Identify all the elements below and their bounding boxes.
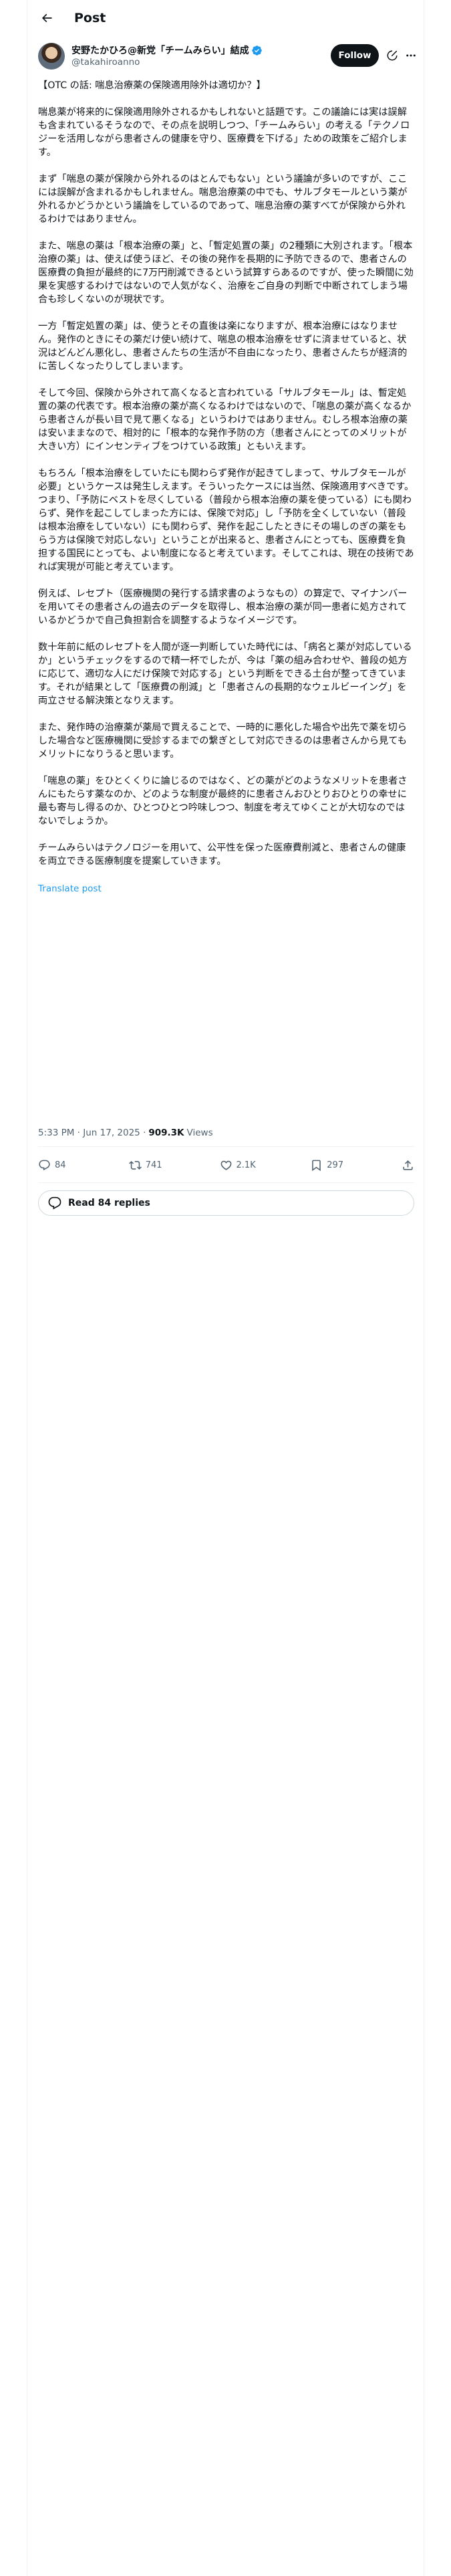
avatar[interactable]	[38, 43, 65, 70]
action-bar: 84 741 2.1K 297	[38, 1152, 414, 1178]
post-paragraph: また、発作時の治療薬が薬局で買えることで、一時的に悪化した場合や出先で薬を切らし…	[38, 722, 407, 760]
divider	[38, 1182, 414, 1183]
author-row: 安野たかひろ@新党「チームみらい」結成 @takahiroanno Follow	[38, 41, 417, 71]
repost-button[interactable]: 741	[128, 1159, 169, 1172]
post-text: 【OTC の話: 喘息治療薬の保険適用除外は適切か？】 喘息薬が将来的に保険適用…	[38, 79, 414, 894]
post-paragraph: 喘息薬が将来的に保険適用除外されるかもしれないと話題です。この議論には実は誤解も…	[38, 107, 410, 158]
author-display-name[interactable]: 安野たかひろ@新党「チームみらい」結成	[71, 43, 249, 57]
read-replies-label: Read 84 replies	[68, 1198, 150, 1208]
bookmark-count: 297	[327, 1160, 344, 1170]
reply-count: 84	[55, 1160, 66, 1170]
views-label: Views	[186, 1128, 213, 1138]
repost-icon	[128, 1160, 142, 1170]
post-timestamp[interactable]: 5:33 PM · Jun 17, 2025 ·	[38, 1128, 146, 1138]
like-button[interactable]: 2.1K	[220, 1159, 260, 1172]
post-paragraph: チームみらいはテクノロジーを用いて、公平性を保った医療費削減と、患者さんの健康を…	[38, 843, 406, 867]
author-name-wrap: 安野たかひろ@新党「チームみらい」結成	[71, 43, 263, 57]
top-bar: Post	[27, 0, 425, 35]
reply-button[interactable]: 84	[38, 1159, 78, 1172]
share-button[interactable]	[401, 1159, 414, 1172]
arrow-left-icon	[41, 13, 52, 22]
post-paragraph: 数十年前に紙のレセプトを人間が逐一判断していた時代には、「病名と薬が対応している…	[38, 642, 412, 706]
read-replies-button[interactable]: Read 84 replies	[38, 1190, 414, 1216]
post-paragraph: もちろん「根本治療をしていたにも関わらず発作が起きてしまって、サルブタモールが必…	[38, 468, 414, 572]
bookmark-icon	[312, 1160, 321, 1171]
grok-icon[interactable]	[386, 49, 398, 62]
verified-badge-icon	[251, 45, 262, 56]
post-paragraph: まず「喘息の薬が保険から外れるのはとんでもない」という議論が多いのですが、ここに…	[38, 174, 408, 225]
back-button[interactable]	[35, 7, 58, 29]
share-icon	[403, 1160, 413, 1170]
like-count: 2.1K	[236, 1160, 256, 1170]
reply-icon	[39, 1160, 50, 1170]
post-paragraph: 例えば、レセプト（医療機関の発行する請求書のようなもの）の算定で、マイナンバーを…	[38, 588, 408, 626]
post-paragraph: また、喘息の薬は「根本治療の薬」と、「暫定処置の薬」の2種類に大別されます。「根…	[38, 241, 414, 305]
post-detail-column: Post 安野たかひろ@新党「チームみらい」結成 @takahiroanno F…	[27, 0, 424, 2576]
post-paragraph: 「喘息の薬」をひとくくりに論じるのではなく、どの薬がどのようなメリットを患者さん…	[38, 776, 408, 827]
repost-count: 741	[145, 1160, 162, 1170]
post-paragraph: 一方「暫定処置の薬」は、使うとその直後は楽になりますが、根本治療にはなりません。…	[38, 321, 408, 372]
post-paragraph: 【OTC の話: 喘息治療薬の保険適用除外は適切か？】	[38, 80, 266, 91]
views-count: 909.3K	[148, 1128, 184, 1138]
bookmark-button[interactable]: 297	[310, 1159, 350, 1172]
post-meta: 5:33 PM · Jun 17, 2025 · 909.3K Views	[38, 1128, 213, 1138]
heart-icon	[220, 1160, 231, 1170]
translate-post-link[interactable]: Translate post	[38, 883, 102, 894]
divider	[38, 1146, 414, 1147]
page-title: Post	[74, 10, 106, 25]
follow-button[interactable]: Follow	[331, 44, 379, 67]
author-handle[interactable]: @takahiroanno	[71, 57, 140, 68]
speech-bubble-icon	[48, 1196, 61, 1210]
post-paragraph: そして今回、保険から外されて高くなると言われている「サルブタモール」は、暫定処置…	[38, 388, 412, 452]
more-options-icon[interactable]	[405, 49, 417, 62]
